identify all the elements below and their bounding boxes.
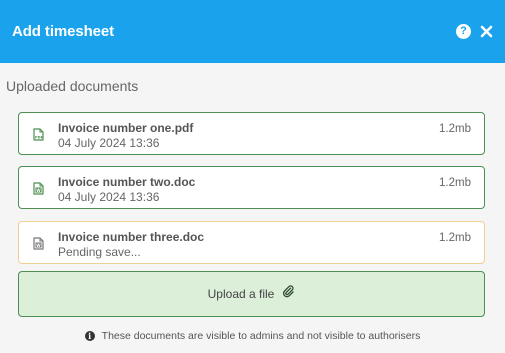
visibility-note-text: These documents are visible to admins an… <box>101 330 421 342</box>
svg-text:PDF: PDF <box>35 136 44 140</box>
word-file-icon: W <box>33 237 44 255</box>
paperclip-icon <box>282 285 295 303</box>
document-item[interactable]: W Invoice number two.doc 04 July 2024 13… <box>18 166 485 209</box>
svg-text:W: W <box>36 243 41 248</box>
document-item[interactable]: W Invoice number three.doc Pending save.… <box>18 221 485 264</box>
close-icon[interactable] <box>480 25 493 38</box>
pdf-file-icon: PDF <box>33 128 44 146</box>
document-name: Invoice number three.doc <box>58 230 205 244</box>
section-title: Uploaded documents <box>6 78 139 94</box>
svg-text:W: W <box>36 188 41 193</box>
upload-label: Upload a file <box>207 287 275 301</box>
word-file-icon: W <box>33 182 44 200</box>
document-size: 1.2mb <box>439 232 471 244</box>
dialog-title: Add timesheet <box>12 23 115 40</box>
info-icon: i <box>84 331 95 341</box>
help-icon[interactable]: ? <box>456 24 471 39</box>
header-actions: ? <box>456 24 493 39</box>
document-name: Invoice number two.doc <box>58 175 196 189</box>
document-name: Invoice number one.pdf <box>58 121 194 135</box>
document-item[interactable]: PDF Invoice number one.pdf 04 July 2024 … <box>18 112 485 155</box>
visibility-note: i These documents are visible to admins … <box>0 330 505 342</box>
document-date: 04 July 2024 13:36 <box>58 136 160 150</box>
document-size: 1.2mb <box>439 177 471 189</box>
document-size: 1.2mb <box>439 123 471 135</box>
document-date: 04 July 2024 13:36 <box>58 190 160 204</box>
document-status: Pending save... <box>58 245 141 259</box>
upload-file-button[interactable]: Upload a file <box>18 271 485 317</box>
dialog-header: Add timesheet ? <box>0 0 505 63</box>
